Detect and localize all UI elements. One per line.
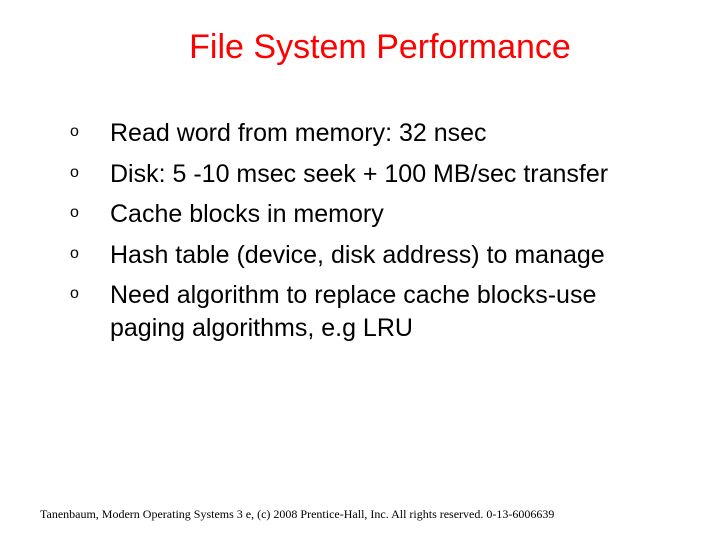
bullet-text: Hash table (device, disk address) to man… (110, 239, 660, 272)
bullet-icon: o (70, 123, 82, 141)
bullet-icon: o (70, 164, 82, 182)
bullet-icon: o (70, 204, 82, 222)
footer-text: Tanenbaum, Modern Operating Systems 3 e,… (40, 507, 680, 522)
slide: File System Performance o Read word from… (0, 0, 720, 540)
list-item: o Need algorithm to replace cache blocks… (70, 279, 660, 344)
bullet-text: Need algorithm to replace cache blocks-u… (110, 279, 660, 344)
list-item: o Read word from memory: 32 nsec (70, 117, 660, 150)
bullet-list: o Read word from memory: 32 nsec o Disk:… (70, 117, 660, 344)
bullet-text: Read word from memory: 32 nsec (110, 117, 660, 150)
bullet-text: Cache blocks in memory (110, 198, 660, 231)
list-item: o Disk: 5 -10 msec seek + 100 MB/sec tra… (70, 158, 660, 191)
bullet-icon: o (70, 285, 82, 303)
list-item: o Cache blocks in memory (70, 198, 660, 231)
bullet-icon: o (70, 245, 82, 263)
slide-title: File System Performance (80, 28, 680, 67)
list-item: o Hash table (device, disk address) to m… (70, 239, 660, 272)
bullet-text: Disk: 5 -10 msec seek + 100 MB/sec trans… (110, 158, 660, 191)
